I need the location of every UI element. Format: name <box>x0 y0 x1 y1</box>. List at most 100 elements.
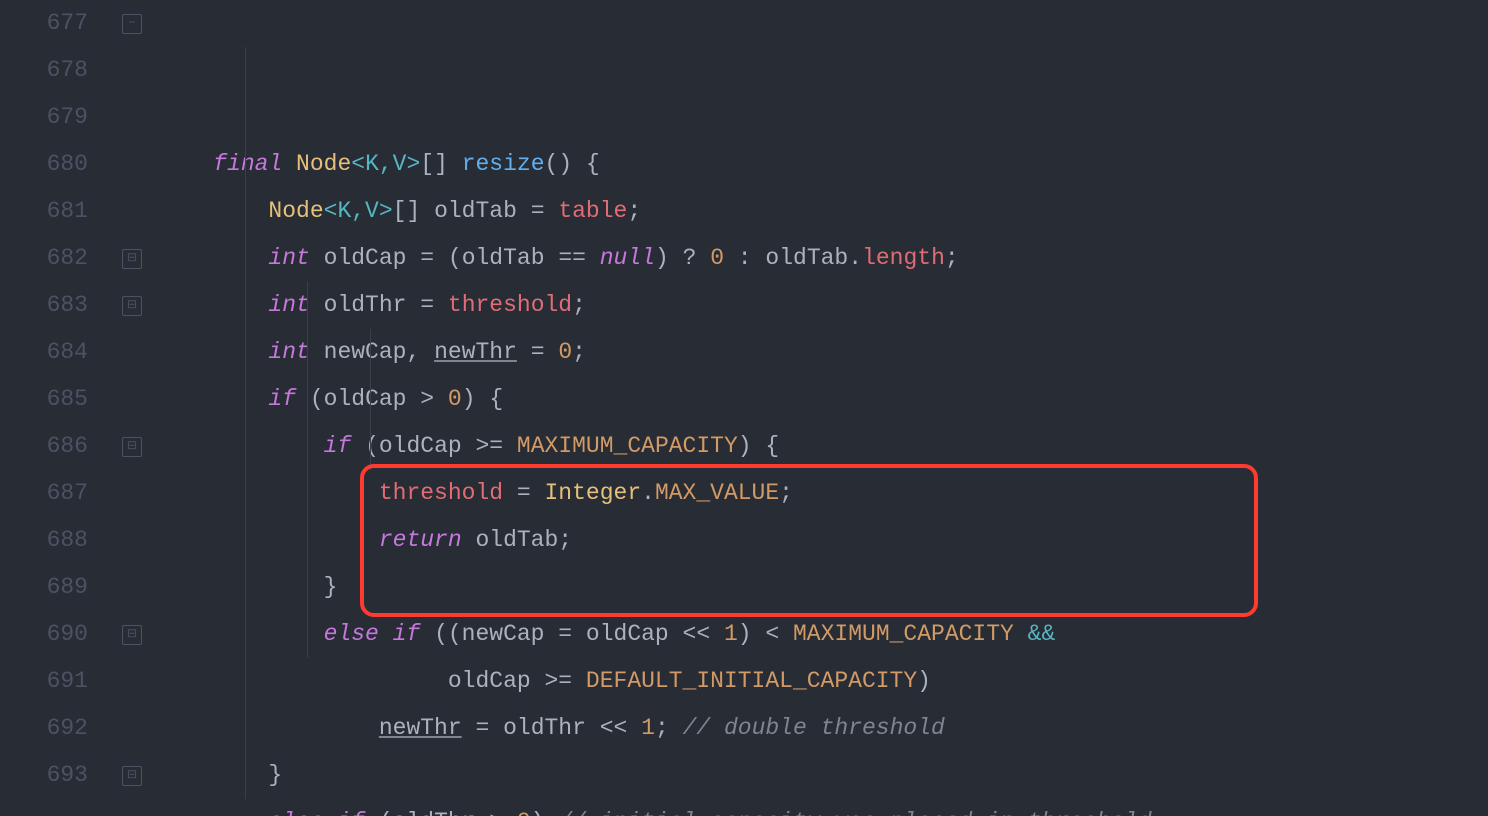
code-token: 0 <box>448 386 462 412</box>
code-line[interactable]: Node<K,V>[] oldTab = table; <box>158 188 1488 235</box>
code-token: if <box>268 386 309 412</box>
line-number: 685 <box>0 376 88 423</box>
code-editor[interactable]: 6776786796806816826836846856866876886896… <box>0 0 1488 816</box>
fold-toggle-icon[interactable]: − <box>122 14 142 34</box>
code-token: // initial capacity was placed in thresh… <box>558 809 1152 816</box>
code-token: >= <box>462 433 517 459</box>
code-line[interactable]: if (oldCap >= MAXIMUM_CAPACITY) { <box>158 423 1488 470</box>
code-token: ? <box>683 245 697 271</box>
code-token <box>448 151 462 177</box>
code-token: <K,V> <box>324 198 393 224</box>
code-token: newCap <box>324 339 407 365</box>
code-token: = <box>517 198 558 224</box>
code-token: = <box>545 621 586 647</box>
code-token <box>158 668 448 694</box>
code-token: oldCap <box>586 621 669 647</box>
code-line[interactable]: else if ((newCap = oldCap << 1) < MAXIMU… <box>158 611 1488 658</box>
code-token <box>420 198 434 224</box>
code-token: = <box>517 339 558 365</box>
code-token: ) <box>655 245 683 271</box>
code-token: if <box>324 433 365 459</box>
code-line[interactable]: int oldCap = (oldTab == null) ? 0 : oldT… <box>158 235 1488 282</box>
code-token: << <box>669 621 724 647</box>
code-line[interactable]: return oldTab; <box>158 517 1488 564</box>
code-line[interactable]: final Node<K,V>[] resize() { <box>158 141 1488 188</box>
line-number: 687 <box>0 470 88 517</box>
code-token: else if <box>324 621 434 647</box>
code-token: oldThr <box>503 715 586 741</box>
code-token: 1 <box>641 715 655 741</box>
code-line[interactable]: if (oldCap > 0) { <box>158 376 1488 423</box>
code-line[interactable]: threshold = Integer.MAX_VALUE; <box>158 470 1488 517</box>
line-number-gutter: 6776786796806816826836846856866876886896… <box>0 0 118 816</box>
code-token: <K,V> <box>351 151 420 177</box>
code-token: [] <box>420 151 448 177</box>
fold-toggle-icon[interactable]: ⊟ <box>122 766 142 786</box>
indent-guide <box>307 282 308 658</box>
code-token <box>158 621 324 647</box>
fold-toggle-icon[interactable]: ⊟ <box>122 296 142 316</box>
code-area[interactable]: final Node<K,V>[] resize() { Node<K,V>[]… <box>158 0 1488 816</box>
line-number: 683 <box>0 282 88 329</box>
code-token: . <box>641 480 655 506</box>
indent-guide <box>370 329 371 470</box>
code-token: MAX_VALUE <box>655 480 779 506</box>
fold-toggle-icon[interactable]: ⊟ <box>122 625 142 645</box>
code-token <box>158 151 213 177</box>
code-token: return <box>379 527 476 553</box>
code-token: > <box>406 386 447 412</box>
code-token: ( <box>310 386 324 412</box>
code-token: resize <box>462 151 545 177</box>
code-token <box>696 245 710 271</box>
code-token: oldTab <box>765 245 848 271</box>
code-token: Node <box>296 151 351 177</box>
code-token: == <box>545 245 600 271</box>
code-token: threshold <box>448 292 572 318</box>
code-token: else if <box>268 809 378 816</box>
code-token: ; <box>627 198 641 224</box>
code-token: newCap <box>462 621 545 647</box>
code-token: && <box>1028 621 1056 647</box>
code-token: ; <box>779 480 793 506</box>
line-number: 692 <box>0 705 88 752</box>
code-line[interactable]: oldCap >= DEFAULT_INITIAL_CAPACITY) <box>158 658 1488 705</box>
code-token: > <box>475 809 516 816</box>
line-number: 678 <box>0 47 88 94</box>
code-token <box>1014 621 1028 647</box>
code-token <box>158 715 379 741</box>
code-line[interactable]: newThr = oldThr << 1; // double threshol… <box>158 705 1488 752</box>
indent-guide <box>245 47 246 799</box>
line-number: 688 <box>0 517 88 564</box>
line-number: 689 <box>0 564 88 611</box>
code-token: = <box>406 292 447 318</box>
code-token: oldTab <box>434 198 517 224</box>
code-line[interactable]: int oldThr = threshold; <box>158 282 1488 329</box>
code-token: ; <box>572 292 586 318</box>
code-token: = ( <box>406 245 461 271</box>
fold-column[interactable]: − ⊟ ⊟ ⊟ ⊟ ⊟ <box>118 0 158 816</box>
code-token: newThr <box>434 339 517 365</box>
line-number: 681 <box>0 188 88 235</box>
code-line[interactable]: } <box>158 752 1488 799</box>
line-number: 680 <box>0 141 88 188</box>
code-line[interactable]: int newCap, newThr = 0; <box>158 329 1488 376</box>
code-token <box>158 245 268 271</box>
code-line[interactable]: } <box>158 564 1488 611</box>
code-token: newThr <box>379 715 462 741</box>
code-token: oldTab <box>462 245 545 271</box>
code-line[interactable]: else if (oldThr > 0) // initial capacity… <box>158 799 1488 816</box>
fold-toggle-icon[interactable]: ⊟ <box>122 437 142 457</box>
fold-toggle-icon[interactable]: ⊟ <box>122 249 142 269</box>
code-token: MAXIMUM_CAPACITY <box>517 433 738 459</box>
code-token: null <box>600 245 655 271</box>
code-token: MAXIMUM_CAPACITY <box>793 621 1014 647</box>
code-token: = <box>503 480 544 506</box>
code-token: ) <box>917 668 931 694</box>
code-token: table <box>558 198 627 224</box>
code-token: = <box>462 715 503 741</box>
code-token: ; <box>945 245 959 271</box>
code-token <box>158 198 268 224</box>
code-token: oldCap <box>324 386 407 412</box>
code-token: . <box>848 245 862 271</box>
code-token <box>158 433 324 459</box>
